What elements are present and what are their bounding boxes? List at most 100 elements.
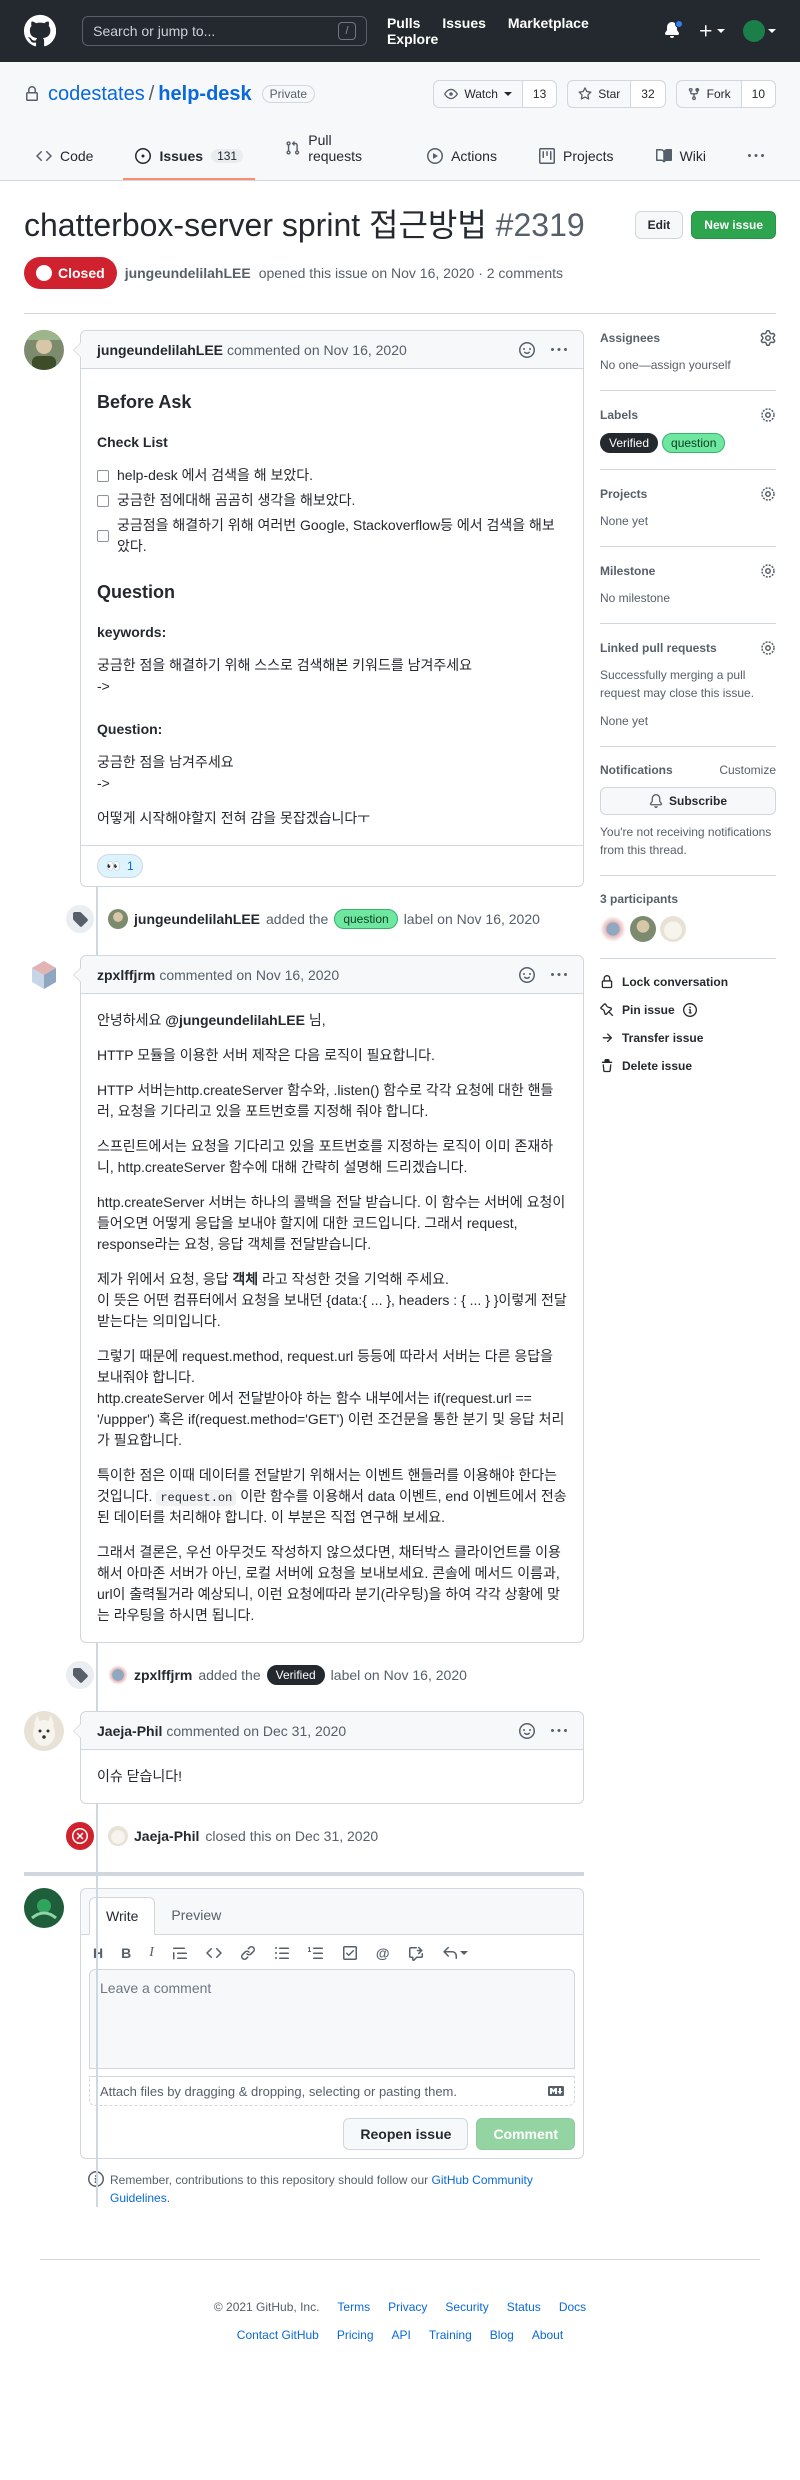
watch-button[interactable]: Watch — [434, 81, 523, 107]
footer-link-contact[interactable]: Contact GitHub — [237, 2328, 319, 2342]
assignees-value[interactable]: No one—assign yourself — [600, 356, 776, 374]
smiley-icon[interactable] — [519, 966, 535, 983]
notifications-bell-icon[interactable] — [664, 19, 683, 41]
label-verified[interactable]: Verified — [600, 433, 659, 453]
tab-code[interactable]: Code — [24, 148, 105, 180]
avatar[interactable] — [108, 909, 128, 929]
attach-files-area[interactable]: Attach files by dragging & dropping, sel… — [89, 2076, 575, 2106]
smiley-icon[interactable] — [519, 341, 535, 358]
avatar[interactable] — [24, 1711, 64, 1751]
new-issue-button[interactable]: New issue — [691, 211, 776, 239]
checkbox[interactable] — [97, 530, 109, 542]
label-question[interactable]: question — [334, 909, 398, 929]
italic-icon[interactable]: I — [149, 1945, 154, 1961]
kebab-horizontal-icon[interactable] — [551, 342, 567, 358]
star-button[interactable]: Star — [568, 81, 632, 107]
tab-write[interactable]: Write — [89, 1897, 156, 1935]
nav-pulls[interactable]: Pulls — [387, 15, 420, 31]
label-question[interactable]: question — [662, 433, 726, 453]
reopen-issue-button[interactable]: Reopen issue — [343, 2118, 469, 2150]
avatar[interactable] — [24, 1888, 64, 1928]
comment-author[interactable]: Jaeja-Phil — [97, 1723, 162, 1739]
avatar[interactable] — [660, 916, 686, 942]
link-icon[interactable] — [240, 1945, 256, 1961]
footer-link-about[interactable]: About — [532, 2328, 563, 2342]
heading-icon[interactable]: H — [93, 1945, 103, 1961]
transfer-issue-button[interactable]: Transfer issue — [600, 1031, 776, 1045]
avatar[interactable] — [630, 916, 656, 942]
pin-issue-button[interactable]: Pin issue — [600, 1003, 776, 1017]
avatar[interactable] — [108, 1826, 128, 1846]
subscribe-button[interactable]: Subscribe — [600, 787, 776, 815]
fork-button[interactable]: Fork — [677, 81, 742, 107]
repo-owner-link[interactable]: codestates — [48, 83, 145, 106]
user-mention[interactable]: @jungeundelilahLEE — [165, 1012, 305, 1028]
fork-count[interactable]: 10 — [741, 81, 775, 107]
tab-actions[interactable]: Actions — [415, 148, 509, 180]
footer-link-privacy[interactable]: Privacy — [388, 2300, 427, 2314]
reaction-eyes-button[interactable]: 👀 1 — [97, 854, 143, 878]
footer-link-blog[interactable]: Blog — [490, 2328, 514, 2342]
watch-count[interactable]: 13 — [522, 81, 557, 107]
issue-author[interactable]: jungeundelilahLEE — [125, 265, 251, 281]
tab-issues[interactable]: Issues 131 — [123, 148, 256, 180]
github-logo-icon[interactable] — [24, 14, 57, 48]
user-menu[interactable] — [743, 20, 776, 42]
customize-link[interactable]: Customize — [719, 763, 776, 777]
label-verified[interactable]: Verified — [266, 1665, 325, 1685]
search-input[interactable]: Search or jump to... / — [82, 16, 367, 46]
kebab-horizontal-icon[interactable] — [551, 967, 567, 983]
list-unordered-icon[interactable] — [274, 1945, 290, 1961]
tab-pull-requests[interactable]: Pull requests — [273, 132, 397, 180]
tasklist-icon[interactable] — [342, 1945, 358, 1961]
info-icon[interactable] — [682, 1003, 697, 1017]
mention-icon[interactable]: @ — [376, 1945, 390, 1961]
tab-wiki[interactable]: Wiki — [644, 148, 718, 180]
bold-icon[interactable]: B — [121, 1945, 131, 1961]
list-ordered-icon[interactable] — [307, 1945, 324, 1961]
footer-link-pricing[interactable]: Pricing — [337, 2328, 374, 2342]
delete-issue-button[interactable]: Delete issue — [600, 1059, 776, 1073]
tab-projects[interactable]: Projects — [527, 148, 626, 180]
comment-timestamp[interactable]: commented on Nov 16, 2020 — [227, 342, 407, 358]
gear-icon[interactable] — [760, 563, 776, 579]
gear-icon[interactable] — [760, 486, 776, 502]
cross-reference-icon[interactable] — [408, 1945, 424, 1961]
event-actor[interactable]: zpxlffjrm — [134, 1667, 192, 1683]
gear-icon[interactable] — [760, 330, 776, 346]
checkbox[interactable] — [97, 469, 109, 482]
gear-icon[interactable] — [760, 640, 776, 656]
tab-preview[interactable]: Preview — [155, 1897, 237, 1934]
avatar[interactable] — [24, 330, 64, 370]
comment-button[interactable]: Comment — [476, 2118, 575, 2150]
smiley-icon[interactable] — [519, 1722, 535, 1739]
kebab-horizontal-icon[interactable] — [551, 1723, 567, 1739]
comment-timestamp[interactable]: commented on Dec 31, 2020 — [166, 1723, 346, 1739]
avatar[interactable] — [600, 916, 626, 942]
quote-icon[interactable] — [172, 1945, 188, 1961]
more-tabs-button[interactable] — [736, 148, 776, 180]
footer-link-status[interactable]: Status — [507, 2300, 541, 2314]
footer-link-docs[interactable]: Docs — [559, 2300, 586, 2314]
avatar[interactable] — [24, 955, 64, 995]
footer-link-api[interactable]: API — [392, 2328, 411, 2342]
comment-author[interactable]: jungeundelilahLEE — [97, 342, 223, 358]
lock-conversation-button[interactable]: Lock conversation — [600, 975, 776, 989]
event-actor[interactable]: jungeundelilahLEE — [134, 911, 260, 927]
comment-author[interactable]: zpxlffjrm — [97, 967, 155, 983]
star-count[interactable]: 32 — [631, 81, 665, 107]
gear-icon[interactable] — [760, 407, 776, 423]
create-new-icon[interactable] — [698, 23, 725, 39]
footer-link-training[interactable]: Training — [429, 2328, 472, 2342]
footer-link-terms[interactable]: Terms — [337, 2300, 370, 2314]
footer-link-security[interactable]: Security — [445, 2300, 488, 2314]
checkbox[interactable] — [97, 494, 109, 507]
code-icon[interactable] — [206, 1945, 222, 1961]
comment-timestamp[interactable]: commented on Nov 16, 2020 — [159, 967, 339, 983]
avatar[interactable] — [108, 1665, 128, 1685]
edit-button[interactable]: Edit — [634, 211, 684, 239]
repo-name-link[interactable]: help-desk — [158, 83, 251, 106]
comment-textarea[interactable]: Leave a comment — [89, 1969, 575, 2069]
event-actor[interactable]: Jaeja-Phil — [134, 1828, 199, 1844]
nav-marketplace[interactable]: Marketplace — [508, 15, 589, 31]
